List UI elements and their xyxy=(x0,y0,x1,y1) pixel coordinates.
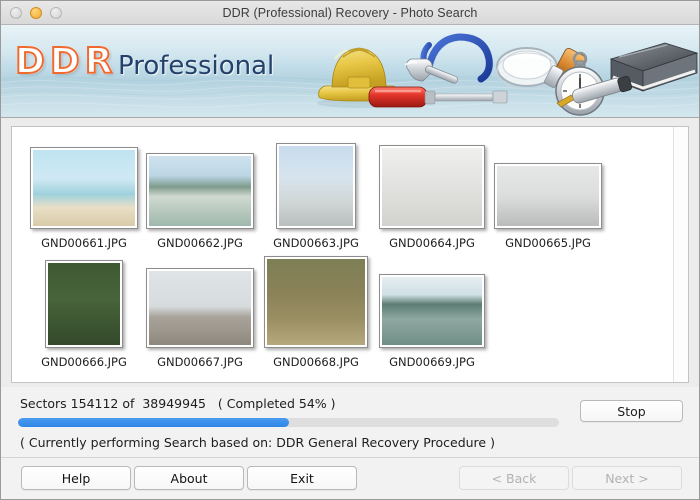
thumbnail-row: GND00666.JPG GND00667.JPG GND00668.JPG GND0… xyxy=(26,256,680,369)
results-area: GND00661.JPG GND00662.JPG GND00663.JPG GND0… xyxy=(1,118,699,387)
footer-button-bar: Help About Exit < Back Next > xyxy=(1,457,699,499)
thumbnail-frame xyxy=(146,268,254,348)
title-bar: DDR (Professional) Recovery - Photo Sear… xyxy=(1,1,699,25)
logo-ddr: DDR xyxy=(14,40,118,83)
thumbnail-item[interactable]: GND00666.JPG xyxy=(26,260,142,369)
application-window: DDR (Professional) Recovery - Photo Sear… xyxy=(0,0,700,500)
thumbnail-frame xyxy=(379,274,485,348)
status-area: Sectors 154112 of 38949945 ( Completed 5… xyxy=(1,387,699,499)
thumbnail-grid: GND00661.JPG GND00662.JPG GND00663.JPG GND0… xyxy=(12,127,688,369)
thumbnail-item[interactable]: GND00664.JPG xyxy=(374,145,490,250)
thumbnail-filename: GND00665.JPG xyxy=(505,236,591,250)
thumbnail-item[interactable]: GND00661.JPG xyxy=(26,147,142,250)
vertical-scrollbar[interactable] xyxy=(673,127,688,382)
thumbnail-image xyxy=(497,166,599,226)
thumbnail-image xyxy=(267,259,365,345)
logo-ddr-text: DDR xyxy=(14,40,118,83)
sectors-status-text: Sectors 154112 of 38949945 ( Completed 5… xyxy=(20,396,336,411)
thumbnail-frame xyxy=(30,147,138,229)
thumbnail-frame xyxy=(146,153,254,229)
exit-button[interactable]: Exit xyxy=(247,466,357,490)
thumbnail-filename: GND00662.JPG xyxy=(157,236,243,250)
thumbnail-item[interactable]: GND00663.JPG xyxy=(258,143,374,250)
thumbnail-item[interactable]: GND00669.JPG xyxy=(374,274,490,369)
close-button[interactable] xyxy=(10,6,22,19)
maximize-button[interactable] xyxy=(50,6,62,19)
thumbnail-image xyxy=(382,148,482,226)
scan-progress-fill xyxy=(18,418,289,427)
current-operation-text: ( Currently performing Search based on: … xyxy=(20,435,495,450)
thumbnail-frame xyxy=(264,256,368,348)
back-button: < Back xyxy=(459,466,569,490)
logo-professional: Professional xyxy=(118,51,275,81)
scan-progress-bar xyxy=(18,418,559,427)
thumbnail-item[interactable]: GND00668.JPG xyxy=(258,256,374,369)
thumbnail-frame xyxy=(276,143,356,229)
thumbnail-image xyxy=(33,150,135,226)
help-button[interactable]: Help xyxy=(21,466,131,490)
banner-tools-illustration xyxy=(317,33,699,116)
thumbnail-image xyxy=(279,146,353,226)
thumbnail-image xyxy=(382,277,482,345)
stop-button[interactable]: Stop xyxy=(580,400,683,422)
thumbnail-item[interactable]: GND00662.JPG xyxy=(142,153,258,250)
thumbnail-item[interactable]: GND00667.JPG xyxy=(142,268,258,369)
thumbnail-filename: GND00663.JPG xyxy=(273,236,359,250)
thumbnail-image xyxy=(149,271,251,345)
thumbnail-filename: GND00668.JPG xyxy=(273,355,359,369)
about-button[interactable]: About xyxy=(134,466,244,490)
thumbnail-frame xyxy=(379,145,485,229)
thumbnail-image xyxy=(149,156,251,226)
thumbnail-filename: GND00661.JPG xyxy=(41,236,127,250)
thumbnail-filename: GND00664.JPG xyxy=(389,236,475,250)
thumbnail-image xyxy=(48,263,120,345)
app-banner: DDR Professional xyxy=(1,25,699,118)
thumbnail-filename: GND00666.JPG xyxy=(41,355,127,369)
red-screwdriver-icon xyxy=(368,86,508,108)
thumbnail-frame xyxy=(45,260,123,348)
window-title: DDR (Professional) Recovery - Photo Sear… xyxy=(222,5,478,20)
thumbnail-item[interactable]: GND00665.JPG xyxy=(490,163,606,250)
thumbnail-frame xyxy=(494,163,602,229)
thumbnail-row: GND00661.JPG GND00662.JPG GND00663.JPG GND0… xyxy=(26,143,680,250)
thumbnail-filename: GND00667.JPG xyxy=(157,355,243,369)
window-controls xyxy=(10,6,62,19)
thumbnail-filename: GND00669.JPG xyxy=(389,355,475,369)
next-button: Next > xyxy=(572,466,682,490)
thumbnail-panel: GND00661.JPG GND00662.JPG GND00663.JPG GND0… xyxy=(11,126,689,383)
minimize-button[interactable] xyxy=(30,6,42,19)
